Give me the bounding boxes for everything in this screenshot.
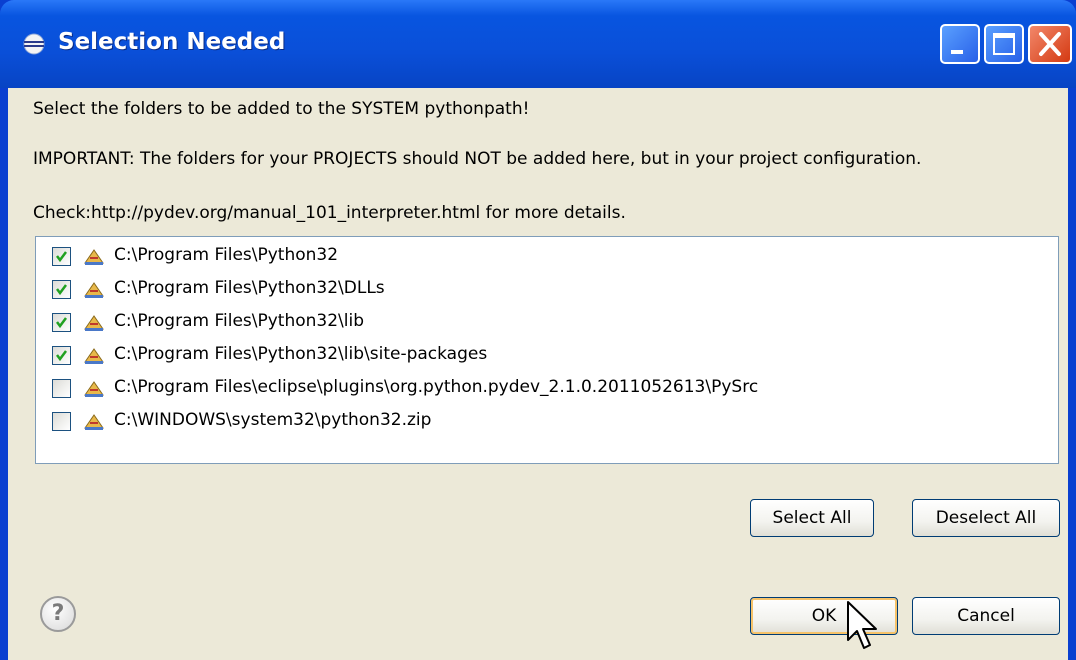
folder-checkbox[interactable] (52, 247, 71, 266)
library-folder-icon (84, 249, 104, 265)
mouse-cursor-icon (847, 601, 877, 649)
instruction-text: Select the folders to be added to the SY… (33, 99, 530, 119)
list-item[interactable]: C:\Program Files\Python32 (46, 241, 1036, 271)
list-item[interactable]: C:\WINDOWS\system32\python32.zip (46, 406, 1036, 436)
folder-checkbox[interactable] (52, 280, 71, 299)
check-icon (56, 350, 67, 362)
check-icon (56, 284, 67, 296)
deselect-all-button[interactable]: Deselect All (912, 499, 1060, 537)
dialog-window: Selection Needed Select the folders to b… (0, 0, 1076, 660)
library-folder-icon (84, 315, 104, 331)
check-icon (56, 251, 67, 263)
window-title: Selection Needed (58, 29, 286, 55)
folder-checkbox[interactable] (52, 412, 71, 431)
details-link-text: Check:http://pydev.org/manual_101_interp… (33, 203, 626, 223)
folder-checkbox[interactable] (52, 379, 71, 398)
folder-path: C:\WINDOWS\system32\python32.zip (114, 410, 432, 430)
close-icon (1039, 32, 1061, 56)
library-folder-icon (84, 348, 104, 364)
maximize-button[interactable] (984, 24, 1024, 64)
minimize-button[interactable] (940, 24, 980, 64)
library-folder-icon (84, 414, 104, 430)
folder-list[interactable]: C:\Program Files\Python32 C:\Program Fil… (35, 236, 1059, 464)
folder-path: C:\Program Files\Python32\DLLs (114, 278, 385, 298)
folder-checkbox[interactable] (52, 346, 71, 365)
list-item[interactable]: C:\Program Files\Python32\DLLs (46, 274, 1036, 304)
list-item[interactable]: C:\Program Files\eclipse\plugins\org.pyt… (46, 373, 1036, 403)
list-item[interactable]: C:\Program Files\Python32\lib\site-packa… (46, 340, 1036, 370)
eclipse-icon (23, 33, 45, 55)
check-icon (56, 317, 67, 329)
help-icon[interactable]: ? (40, 596, 76, 632)
library-folder-icon (84, 282, 104, 298)
folder-path: C:\Program Files\eclipse\plugins\org.pyt… (114, 377, 759, 397)
folder-path: C:\Program Files\Python32\lib (114, 311, 365, 331)
folder-checkbox[interactable] (52, 313, 71, 332)
folder-path: C:\Program Files\Python32\lib\site-packa… (114, 344, 488, 364)
close-button[interactable] (1028, 24, 1072, 64)
important-notice: IMPORTANT: The folders for your PROJECTS… (33, 149, 922, 169)
minimize-icon (951, 50, 963, 54)
cancel-button[interactable]: Cancel (912, 597, 1060, 635)
dialog-body: Select the folders to be added to the SY… (8, 88, 1068, 660)
folder-path: C:\Program Files\Python32 (114, 245, 339, 265)
title-bar[interactable]: Selection Needed (0, 0, 1076, 88)
select-all-button[interactable]: Select All (750, 499, 874, 537)
library-folder-icon (84, 381, 104, 397)
list-item[interactable]: C:\Program Files\Python32\lib (46, 307, 1036, 337)
maximize-icon (993, 33, 1015, 55)
